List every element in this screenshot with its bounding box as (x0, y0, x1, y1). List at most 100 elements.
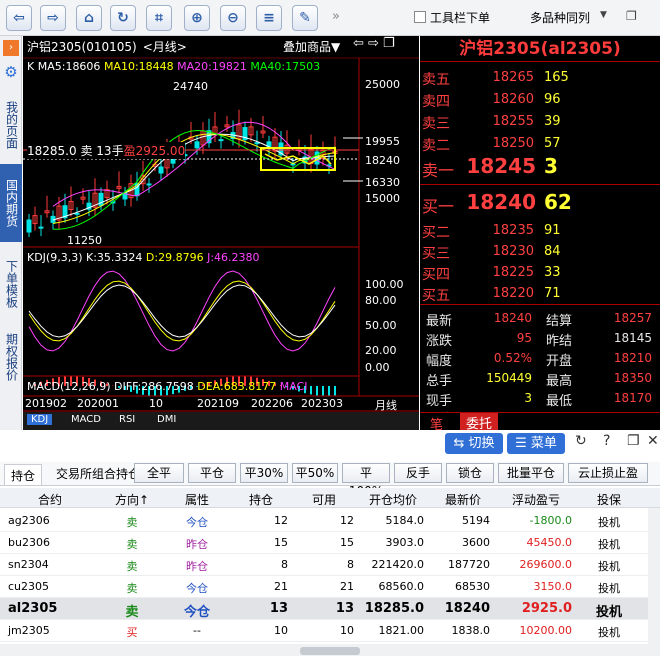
macd-legend: MACD(12,26,9) DIFF:286.7598 DEA:683.8177… (27, 380, 308, 393)
ask-row[interactable]: 卖一 18245 3 (420, 154, 660, 180)
switch-button[interactable]: ⇆ 切换 (445, 433, 503, 454)
table-cell-prop: 今仓 (183, 605, 210, 620)
table-row[interactable]: jm2305 买 -- 10 10 1821.00 1838.0 10200.00 投机 (0, 620, 660, 642)
col-attribute[interactable]: 属性 (164, 491, 230, 508)
stat-label: 总手 (426, 374, 453, 389)
menu-button[interactable]: ☰ 菜单 (507, 433, 565, 454)
col-float-pnl[interactable]: 浮动盈亏 (496, 491, 576, 508)
table-cell-last: 3600 (462, 536, 490, 549)
bid-row[interactable]: 买三 18230 84 (420, 242, 660, 262)
table-cell-last: 68530 (455, 580, 490, 593)
draw-tool-icon[interactable]: ✎ (292, 5, 318, 31)
refresh-icon[interactable]: ↻ (575, 433, 587, 449)
ask-row[interactable]: 卖二 18250 57 (420, 134, 660, 154)
gear-icon[interactable]: ⚙ (3, 64, 19, 80)
chevron-down-icon[interactable]: ▼ (600, 10, 607, 20)
kdj-line (28, 270, 336, 352)
toolbar-order-checkbox[interactable] (414, 11, 426, 23)
col-last-price[interactable]: 最新价 (430, 491, 496, 508)
ask-price[interactable]: 18250 (480, 136, 534, 151)
scroll-thumb[interactable] (300, 647, 360, 655)
sidebar-item-domestic-futures[interactable]: 国内期货 (0, 164, 22, 242)
more-tools-icon[interactable]: » (332, 9, 340, 24)
tab-exchange-combo[interactable]: 交易所组合持仓 (56, 465, 134, 482)
table-row[interactable]: bu2306 卖 昨仓 15 15 3903.0 3600 45450.0 投机 (0, 532, 660, 554)
table-cell-open: 68560.0 (378, 580, 425, 593)
y-tick-15000: 15000 (365, 192, 400, 205)
sidebar-item-option-quote[interactable]: 期权报价 (0, 324, 22, 390)
stat-value: 95 (516, 331, 532, 345)
bid-price[interactable]: 18225 (480, 265, 534, 280)
sidebar-item-my-page[interactable]: 我的页面 (0, 92, 22, 158)
tab-kdj[interactable]: KDJ (27, 414, 53, 425)
sidebar-item-order-template[interactable]: 下单模板 (0, 246, 22, 322)
refresh-icon[interactable]: ↻ (110, 5, 136, 31)
table-cell-last: 5194 (462, 514, 490, 527)
home-icon[interactable]: ⌂ (76, 5, 102, 31)
col-contract[interactable]: 合约 (0, 491, 100, 508)
formula-icon[interactable]: ≡ (256, 5, 282, 31)
ask-row[interactable]: 卖三 18255 39 (420, 112, 660, 132)
restore-icon[interactable]: ❐ (627, 433, 640, 449)
col-available[interactable]: 可用 (292, 491, 356, 508)
bid-price[interactable]: 18220 (480, 286, 534, 301)
overlay-commodity-button[interactable]: 叠加商品▼ (283, 38, 340, 55)
forward-icon[interactable]: ⇨ (40, 5, 66, 31)
ask-row[interactable]: 卖五 18265 165 (420, 68, 660, 88)
crop-icon[interactable]: ⌗ (146, 5, 172, 31)
action-button[interactable]: 云止损止盈 (568, 463, 648, 483)
stat-value: 3 (524, 391, 532, 405)
zoom-out-icon[interactable]: ⊖ (220, 5, 246, 31)
col-position[interactable]: 持仓 (230, 491, 292, 508)
table-row[interactable]: sn2304 卖 昨仓 8 8 221420.0 187720 269600.0 投机 (0, 554, 660, 576)
bid-price[interactable]: 18230 (480, 244, 534, 259)
tab-positions[interactable]: 持仓 (4, 464, 43, 485)
collapse-arrow-icon[interactable]: › (3, 40, 19, 56)
col-open-avg[interactable]: 开仓均价 (356, 491, 430, 508)
kline-chart[interactable]: 沪铝2305(010105) <月线> 叠加商品▼ ⇦ ⇨ ❐ K MA5:186… (23, 36, 419, 430)
action-button[interactable]: 反手 (394, 463, 442, 483)
layout-select[interactable]: 多品种同列 (530, 9, 590, 26)
action-button[interactable]: 全平 (134, 463, 184, 483)
tab-entrust[interactable]: 委托 (460, 413, 499, 430)
table-row[interactable]: cu2305 卖 今仓 21 21 68560.0 68530 3150.0 投机 (0, 576, 660, 598)
col-hedge[interactable]: 投保 (576, 491, 642, 508)
stat-label: 最高 (546, 374, 573, 389)
quote-panel: 沪铝2305(al2305) 涨停 笔 委托 卖五18265165卖四18260… (420, 36, 660, 430)
ask-price[interactable]: 18260 (480, 92, 534, 107)
action-button[interactable]: 平30% (240, 463, 288, 483)
bid-row[interactable]: 买一 18240 62 (420, 190, 660, 216)
back-icon[interactable]: ⇦ (6, 5, 32, 31)
action-button[interactable]: 平50% (292, 463, 338, 483)
ask-price[interactable]: 18265 (480, 70, 534, 85)
chart-nav-icons[interactable]: ⇦ ⇨ ❐ (353, 36, 395, 51)
help-icon[interactable]: ? (603, 433, 610, 449)
tab-rsi[interactable]: RSI (119, 414, 135, 425)
stat-value: 0.52% (493, 351, 532, 365)
kdj-tick-50: 50.00 (365, 319, 397, 332)
bid-row[interactable]: 买五 18220 71 (420, 284, 660, 304)
ask-price[interactable]: 18255 (480, 114, 534, 129)
col-direction[interactable]: 方向↑ (100, 491, 164, 508)
table-row[interactable]: al2305 卖 今仓 13 13 18285.0 18240 2925.0 投机 (0, 598, 660, 620)
tab-tick[interactable]: 笔 (430, 414, 443, 430)
stat-row: 最新 18240 结算 18257 (420, 308, 660, 329)
table-cell-pos: 15 (274, 536, 288, 549)
table-row[interactable]: ag2306 卖 今仓 12 12 5184.0 5194 -1800.0 投机 (0, 510, 660, 532)
close-icon[interactable]: ✕ (647, 433, 659, 449)
bid-row[interactable]: 买二 18235 91 (420, 221, 660, 241)
action-button[interactable]: 批量平仓 (498, 463, 564, 483)
action-button[interactable]: 平仓 (188, 463, 236, 483)
action-button[interactable]: 锁仓 (446, 463, 494, 483)
restore-window-icon[interactable]: ❐ (626, 9, 637, 23)
tab-dmi[interactable]: DMI (157, 414, 176, 425)
table-vertical-scrollbar[interactable] (648, 508, 660, 644)
zoom-in-icon[interactable]: ⊕ (184, 5, 210, 31)
ask-row[interactable]: 卖四 18260 96 (420, 90, 660, 110)
bid-price[interactable]: 18240 (466, 190, 536, 214)
tab-macd[interactable]: MACD (71, 414, 101, 425)
action-button[interactable]: 平100% (342, 463, 390, 498)
ask-price[interactable]: 18245 (466, 154, 536, 178)
bid-row[interactable]: 买四 18225 33 (420, 263, 660, 283)
bid-price[interactable]: 18235 (480, 223, 534, 238)
